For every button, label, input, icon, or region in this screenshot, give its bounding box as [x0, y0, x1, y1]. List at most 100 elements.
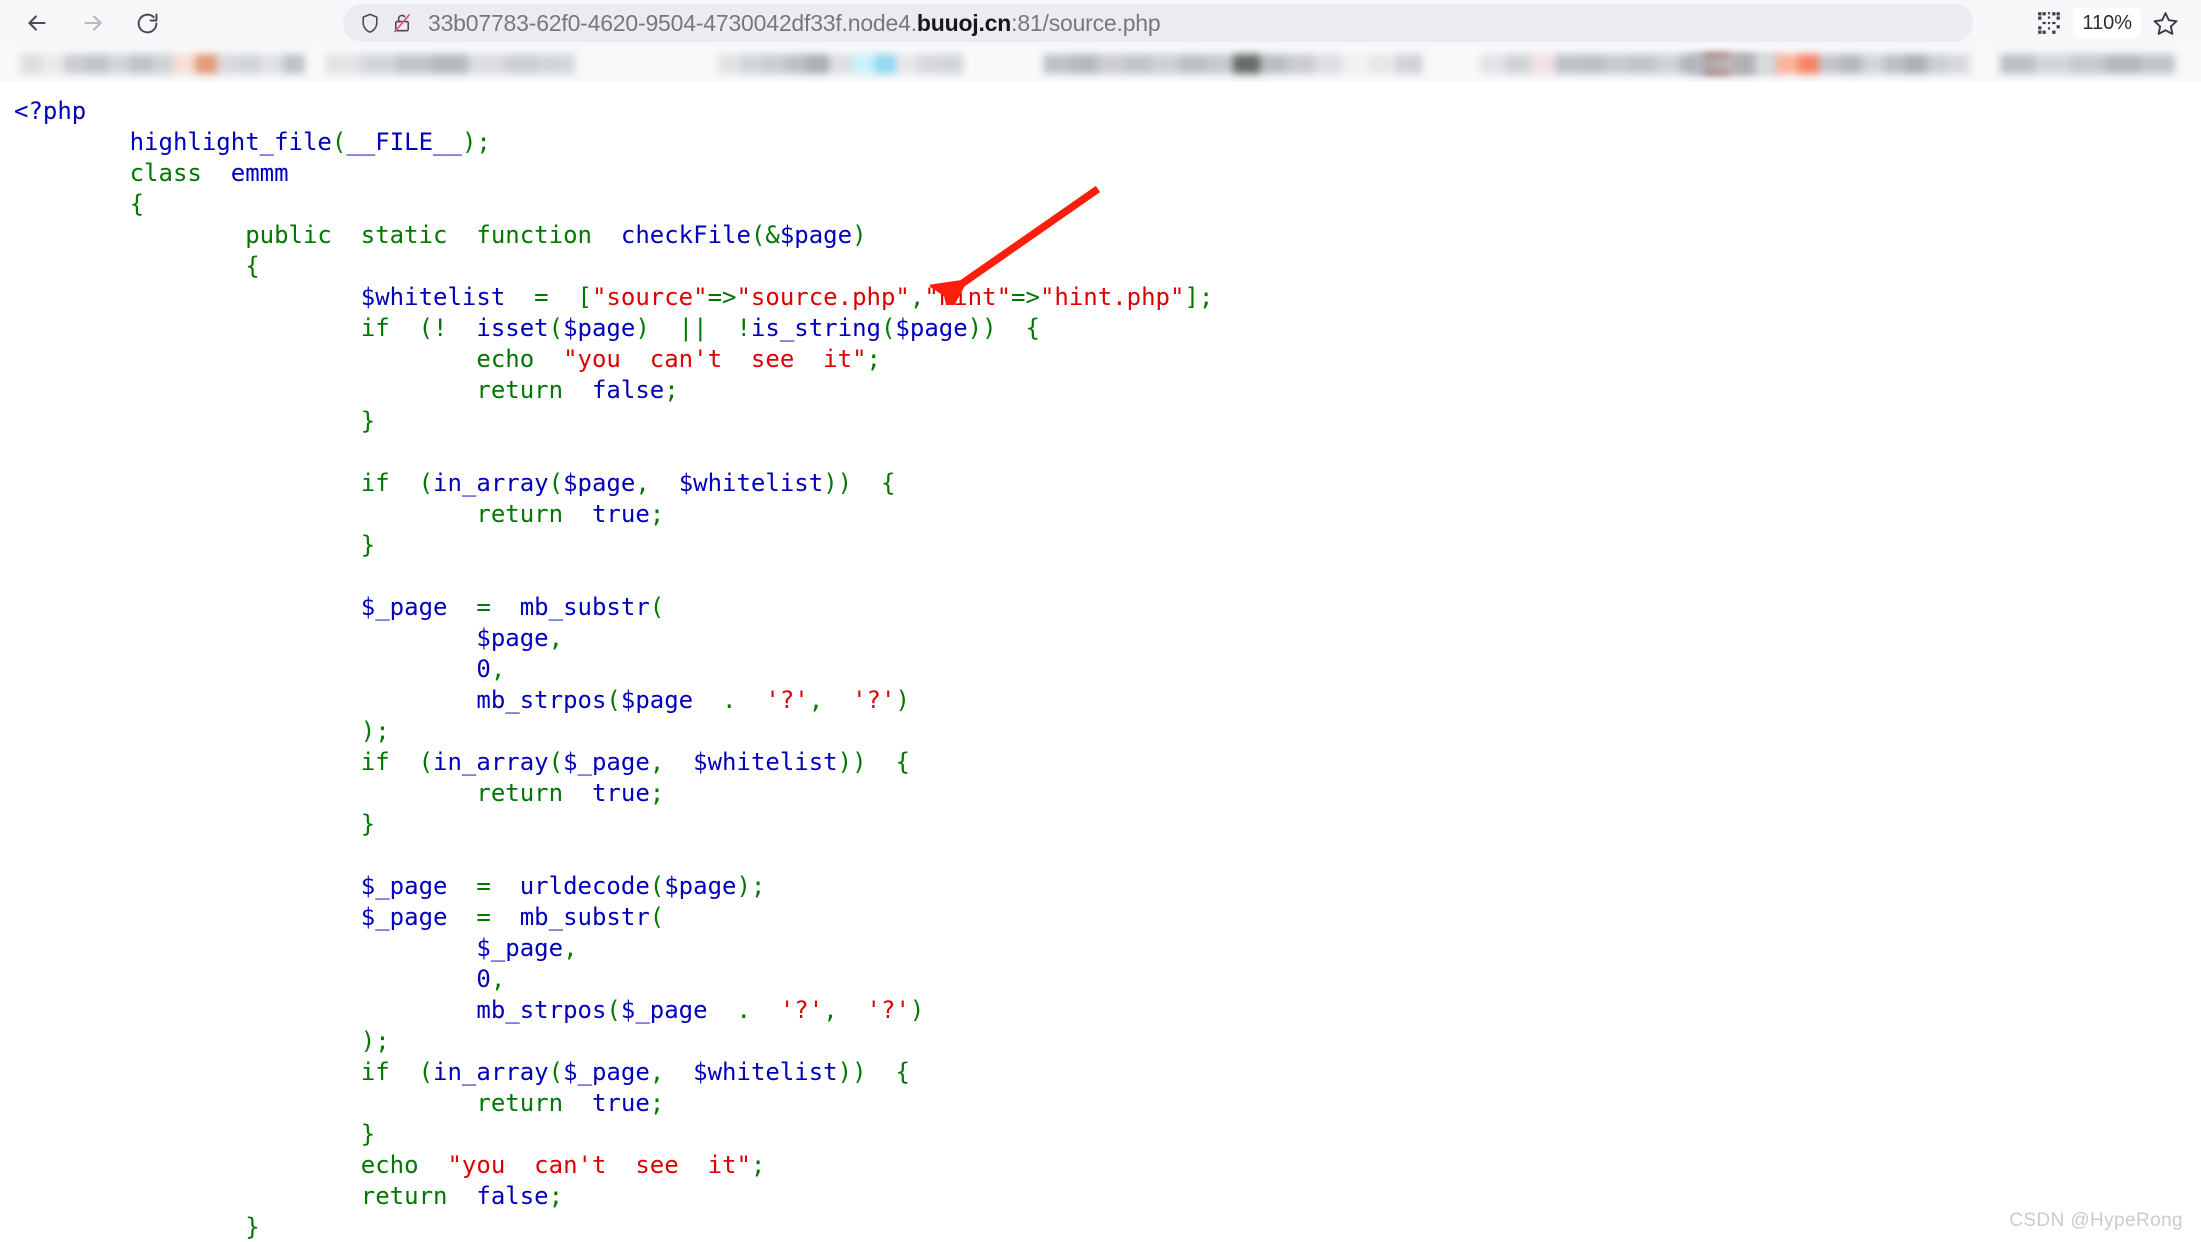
- code-line: }: [14, 407, 375, 435]
- bookmark-glyph: [1797, 54, 1820, 74]
- code-line: if (in_array($page, $whitelist)) {: [14, 469, 896, 497]
- code-token: ,: [649, 1058, 694, 1086]
- code-token: (: [649, 903, 665, 931]
- code-token: '?': [866, 996, 910, 1024]
- code-token: 0: [476, 655, 491, 683]
- code-token: ,: [563, 934, 578, 962]
- code-token: )) {: [967, 314, 1040, 342]
- code-token: }: [14, 1120, 376, 1148]
- code-token: {: [14, 252, 260, 280]
- bookmark-item[interactable]: [2000, 54, 2175, 74]
- url-text[interactable]: 33b07783-62f0-4620-9504-4730042df33f.nod…: [428, 4, 1161, 42]
- code-token: (: [606, 996, 621, 1024]
- code-token: (: [548, 748, 564, 776]
- url-suffix: :81/source.php: [1011, 10, 1161, 36]
- qr-code-icon[interactable]: [2027, 0, 2071, 46]
- code-token: $_page: [620, 996, 708, 1024]
- reload-icon: [137, 13, 157, 33]
- code-token: .: [693, 686, 766, 714]
- code-token: $page: [664, 872, 737, 900]
- zoom-level-badge[interactable]: 110%: [2073, 8, 2141, 38]
- code-token: );: [461, 128, 491, 156]
- code-token: );: [14, 1027, 390, 1055]
- bookmark-item[interactable]: [718, 54, 963, 74]
- code-token: echo: [14, 345, 564, 373]
- code-token: =>: [707, 283, 737, 311]
- back-button[interactable]: [14, 0, 60, 46]
- code-token: $whitelist: [693, 748, 838, 776]
- bookmark-glyph: [940, 54, 963, 74]
- bookmark-item[interactable]: [325, 54, 575, 74]
- bookmark-glyph: [1232, 54, 1261, 74]
- bookmark-glyph: [283, 54, 305, 74]
- browser-toolbar: 33b07783-62f0-4620-9504-4730042df33f.nod…: [0, 0, 2201, 46]
- code-token: checkFile: [620, 221, 751, 249]
- code-token: (: [649, 872, 665, 900]
- code-token: mb_substr: [519, 903, 650, 931]
- code-token: highlight_file: [129, 128, 332, 156]
- code-token: '?': [779, 996, 824, 1024]
- code-token: )) {: [837, 748, 910, 776]
- code-line: echo "you can't see it";: [14, 345, 881, 373]
- code-token: $whitelist: [678, 469, 824, 497]
- code-token: ,: [823, 996, 867, 1024]
- code-token: );: [736, 872, 766, 900]
- bookmark-glyph: [2140, 54, 2175, 74]
- bookmark-glyph: [360, 54, 397, 74]
- code-token: "source.php": [736, 283, 910, 311]
- bookmark-glyph: [1776, 54, 1798, 74]
- bookmark-glyph: [467, 54, 504, 74]
- bookmark-glyph: [1840, 54, 1863, 74]
- code-token: ,: [548, 624, 564, 652]
- code-line: mb_strpos($page . '?', '?'): [14, 686, 910, 714]
- bookmark-glyph: [217, 54, 240, 74]
- code-token: emmm: [230, 159, 289, 187]
- code-line: return false;: [14, 376, 678, 404]
- bookmark-glyph: [1711, 54, 1734, 74]
- bookmark-glyph: [1883, 54, 1906, 74]
- code-line: $_page = urldecode($page);: [14, 872, 766, 900]
- code-token: ;: [649, 1089, 665, 1117]
- bookmark-item[interactable]: [1690, 54, 1970, 74]
- bookmark-glyph: [1754, 54, 1777, 74]
- code-token: $_page: [563, 748, 650, 776]
- code-line: 0,: [14, 965, 505, 993]
- insecure-lock-icon[interactable]: [389, 10, 415, 36]
- code-token: ,: [490, 965, 506, 993]
- code-line: $page,: [14, 624, 563, 652]
- bookmark-glyph: [239, 54, 262, 74]
- bookmarks-bar[interactable]: [0, 46, 2201, 82]
- code-token: true: [591, 1089, 650, 1117]
- arrow-left-icon: [28, 15, 46, 31]
- code-token: isset: [476, 314, 549, 342]
- bookmark-item[interactable]: [20, 54, 305, 74]
- code-token: )) {: [823, 469, 896, 497]
- bookmark-glyph: [173, 54, 196, 74]
- code-token: =>: [1011, 283, 1040, 311]
- bookmark-glyph: [1260, 54, 1288, 74]
- shield-icon[interactable]: [357, 10, 383, 36]
- bookmark-item[interactable]: [1043, 54, 1423, 74]
- bookmark-glyph: [1690, 54, 1712, 74]
- bookmark-glyph: [20, 54, 42, 74]
- bookmark-glyph: [195, 54, 218, 74]
- code-token: return: [14, 1089, 592, 1117]
- code-token: mb_substr: [519, 593, 650, 621]
- address-bar[interactable]: 33b07783-62f0-4620-9504-4730042df33f.nod…: [343, 4, 1973, 42]
- reload-button[interactable]: [124, 0, 170, 46]
- code-line: $_page = mb_substr(: [14, 903, 664, 931]
- code-line: return true;: [14, 1089, 664, 1117]
- bookmark-glyph: [151, 54, 174, 74]
- code-token: '?': [852, 686, 896, 714]
- forward-button[interactable]: [70, 0, 116, 46]
- code-token: ): [895, 686, 910, 714]
- code-token: '?': [765, 686, 809, 714]
- code-line: {: [14, 190, 144, 218]
- bookmark-glyph: [740, 54, 763, 74]
- bookmark-star-icon[interactable]: [2141, 0, 2189, 46]
